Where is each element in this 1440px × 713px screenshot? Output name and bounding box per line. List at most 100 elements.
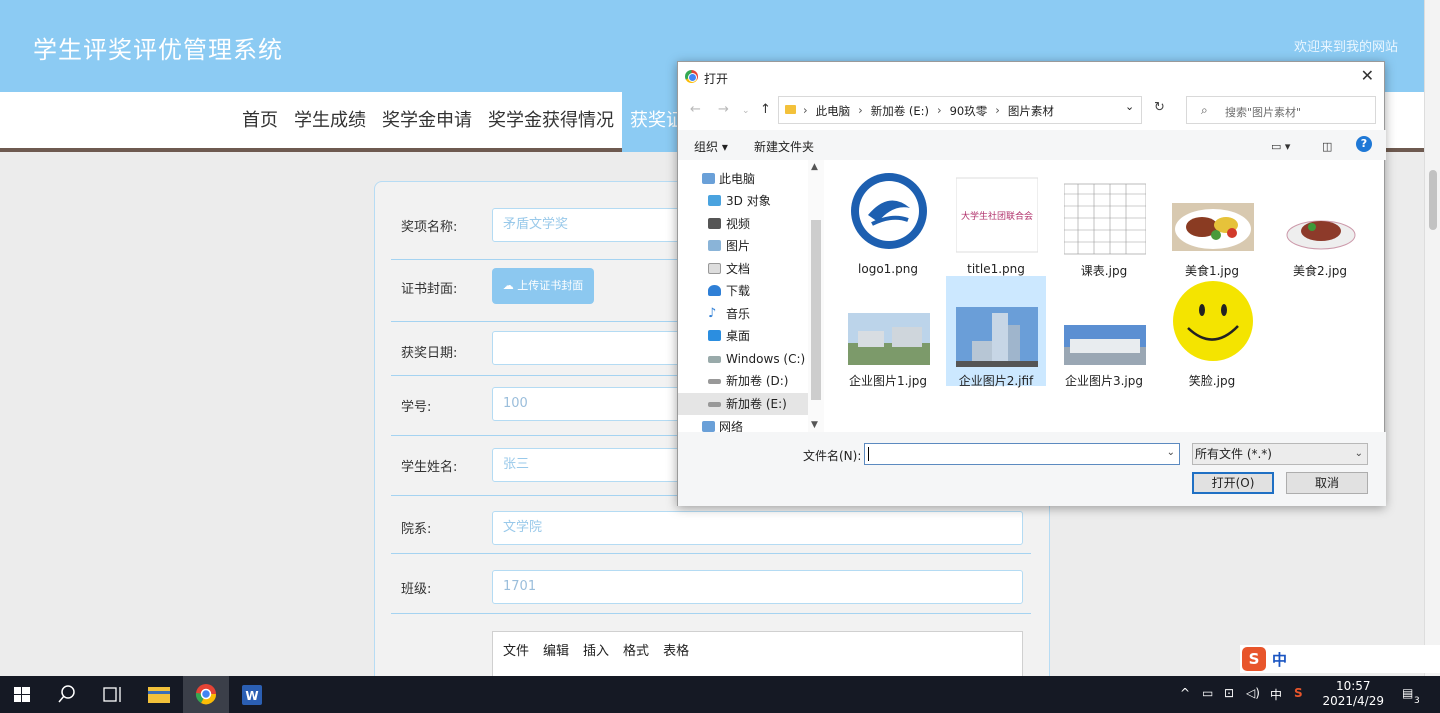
recent-chevron-icon[interactable]: ⌄ [742,106,750,116]
network-icon[interactable]: ⊡ [1224,686,1234,700]
upload-cover-button[interactable]: ☁ 上传证书封面 [492,268,594,304]
chrome-icon [685,70,698,83]
tree-item-pictures[interactable]: 图片 [678,235,816,257]
tree-item-drive-e[interactable]: 新加卷 (E:) [678,393,816,415]
task-view-icon [103,687,121,702]
tree-item-music[interactable]: ♪ 音乐 [678,303,816,325]
editor-menubar: 文件 编辑 插入 格式 表格 [493,632,1022,667]
tray-overflow-icon[interactable]: ^ [1180,686,1190,700]
input-language[interactable]: 中 [1270,686,1282,703]
tree-item-documents[interactable]: 文档 [678,258,816,280]
forward-arrow-icon[interactable]: → [718,102,729,117]
editor-menu-format[interactable]: 格式 [623,640,649,659]
ime-mode[interactable]: 中 [1272,649,1287,670]
page: 学生评奖评优管理系统 欢迎来到我的网站 首页 学生成绩 奖学金申请 奖学金获得情… [0,0,1440,713]
tree-scrollbar-thumb[interactable] [811,220,821,400]
file-food2[interactable]: 美食2.jpg [1270,166,1370,278]
taskbar: W ^ ▭ ⊡ ◁) 中 S 10:57 2021/4/29 ▤ 3 [0,676,1440,713]
music-icon: ♪ [708,306,717,321]
scroll-up-icon[interactable]: ▲ [811,162,818,172]
search-input[interactable]: ⌕ 搜索"图片素材" [1186,96,1376,124]
file-company1[interactable]: 企业图片1.jpg [838,276,938,388]
nav-scholarship-status[interactable]: 奖学金获得情况 [480,92,622,152]
nav-scholarship-apply[interactable]: 奖学金申请 [374,92,480,152]
file-list: logo1.png 大学生社团联合会 title1.png 课表.jpg 美食1… [826,160,1382,432]
spreadsheet-thumbnail [1064,183,1146,255]
class-label: 班级: [401,582,432,597]
site-title: 学生评奖评优管理系统 [33,36,283,64]
tree-item-desktop[interactable]: 桌面 [678,325,816,347]
back-arrow-icon[interactable]: ← [690,102,701,117]
taskbar-file-explorer[interactable] [136,676,182,713]
tree-label: Windows (C:) [726,352,806,366]
nav-home[interactable]: 首页 [234,92,286,152]
nav-grades[interactable]: 学生成绩 [286,92,374,152]
sogou-icon[interactable]: S [1242,647,1266,671]
open-button[interactable]: 打开(O) [1192,472,1274,494]
chevron-down-icon[interactable]: ⌄ [1125,100,1134,113]
search-button[interactable] [46,676,92,713]
preview-pane-icon[interactable]: ◫ [1322,140,1332,153]
view-options-icon[interactable]: ▭ ▾ [1271,140,1290,153]
address-bar[interactable]: › 此电脑 › 新加卷 (E:) › 90玖零 › 图片素材 [778,96,1142,124]
file-food1[interactable]: 美食1.jpg [1162,166,1262,278]
breadcrumb-drive-e[interactable]: 新加卷 (E:) [871,103,929,119]
tree-item-videos[interactable]: 视频 [678,213,816,235]
ime-toolbar[interactable]: S 中 [1240,645,1440,673]
taskbar-word[interactable]: W [229,676,275,713]
filename-input[interactable]: ⌄ [864,443,1180,465]
breadcrumb-90[interactable]: 90玖零 [950,103,988,119]
taskbar-chrome[interactable] [183,676,229,713]
organize-menu[interactable]: 组织 ▾ [694,138,728,155]
file-smiley[interactable]: 笑脸.jpg [1162,276,1262,388]
file-name: 企业图片3.jpg [1064,374,1144,388]
help-icon[interactable]: ? [1356,136,1372,152]
tree-item-3d[interactable]: 3D 对象 [678,190,816,212]
tree-item-this-pc[interactable]: 此电脑 [678,168,816,190]
editor-menu-file[interactable]: 文件 [503,640,529,659]
file-title1[interactable]: 大学生社团联合会 title1.png [946,166,1046,276]
tree-label: 视频 [726,217,751,231]
page-scrollbar[interactable] [1424,0,1440,676]
chevron-down-icon[interactable]: ⌄ [1167,447,1175,458]
close-icon[interactable]: ✕ [1361,66,1374,85]
scroll-down-icon[interactable]: ▼ [811,420,818,430]
filetype-select[interactable]: 所有文件 (*.*) ⌄ [1192,443,1368,465]
task-view-button[interactable] [90,676,136,713]
editor-menu-table[interactable]: 表格 [663,640,689,659]
filename-label: 文件名(N): [803,449,862,463]
breadcrumb-this-pc[interactable]: 此电脑 [816,103,851,119]
new-folder-button[interactable]: 新建文件夹 [754,138,814,155]
dialog-footer: 文件名(N): ⌄ 所有文件 (*.*) ⌄ 打开(O) 取消 [678,432,1386,506]
editor-menu-insert[interactable]: 插入 [583,640,609,659]
file-company3[interactable]: 企业图片3.jpg [1054,276,1154,388]
start-button[interactable] [0,676,46,713]
file-company2[interactable]: 企业图片2.jfif [946,276,1046,388]
notification-icon[interactable]: ▤ [1402,686,1413,700]
tree-item-network[interactable]: 网络 [678,416,816,432]
battery-icon[interactable]: ▭ [1202,686,1213,700]
breadcrumb: › 此电脑 › 新加卷 (E:) › 90玖零 › 图片素材 [803,103,1054,119]
tree-label: 网络 [719,420,744,432]
tree-item-drive-d[interactable]: 新加卷 (D:) [678,370,816,392]
id-label: 学号: [401,400,432,415]
up-arrow-icon[interactable]: ↑ [760,102,771,117]
dept-input[interactable]: 文学院 [492,511,1023,545]
file-logo1[interactable]: logo1.png [838,166,938,276]
cancel-button[interactable]: 取消 [1286,472,1368,494]
tree-item-downloads[interactable]: 下载 [678,280,816,302]
breadcrumb-images[interactable]: 图片素材 [1008,103,1054,119]
editor-menu-edit[interactable]: 编辑 [543,640,569,659]
clock[interactable]: 10:57 2021/4/29 [1322,679,1384,709]
scrollbar-thumb[interactable] [1429,170,1437,230]
refresh-icon[interactable]: ↻ [1154,100,1165,115]
volume-icon[interactable]: ◁) [1246,686,1260,700]
dialog-titlebar[interactable]: 打开 ✕ [678,62,1384,92]
sogou-tray-icon[interactable]: S [1294,686,1303,700]
logo-thumbnail [848,170,930,252]
tree-item-drive-c[interactable]: Windows (C:) [678,348,816,370]
windows-icon [14,687,30,702]
tree-scrollbar[interactable]: ▲ ▼ [808,160,824,432]
file-schedule[interactable]: 课表.jpg [1054,166,1154,278]
class-input[interactable]: 1701 [492,570,1023,604]
